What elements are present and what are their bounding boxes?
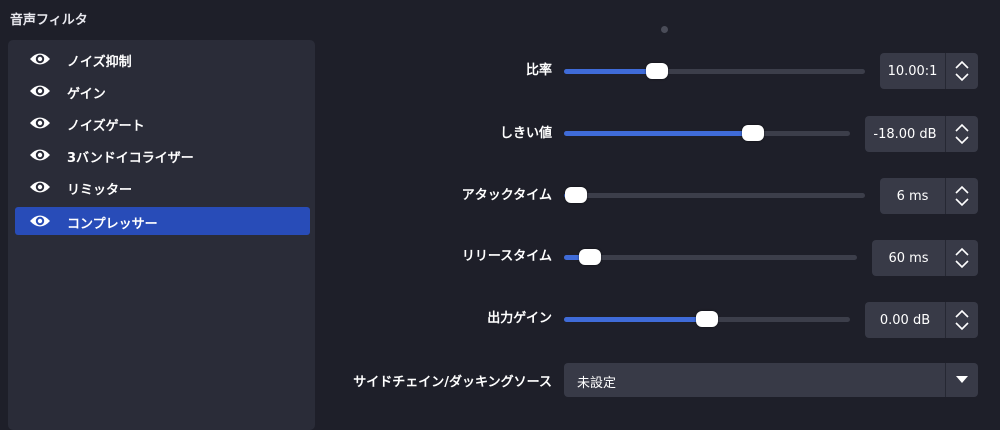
filter-item-limiter[interactable]: リミッター xyxy=(15,173,310,201)
sidechain-label: サイドチェイン/ダッキングソース xyxy=(353,375,552,390)
filter-item-compressor[interactable]: コンプレッサー xyxy=(15,207,310,235)
filter-item-label: 3バンドイコライザー xyxy=(67,151,194,166)
release-slider-handle[interactable] xyxy=(579,249,602,265)
filter-item-noise-gate[interactable]: ノイズゲート xyxy=(15,109,310,137)
output-gain-slider[interactable] xyxy=(564,311,850,327)
chevron-down-icon[interactable] xyxy=(954,72,970,82)
output-gain-value[interactable]: 0.00 dB xyxy=(865,302,945,338)
chevron-down-icon[interactable] xyxy=(954,135,970,145)
threshold-stepper[interactable] xyxy=(945,116,978,152)
output-gain-slider-fill xyxy=(564,317,707,322)
panel-title: 音声フィルタ xyxy=(10,13,88,28)
ratio-label: 比率 xyxy=(525,63,552,78)
ratio-slider-fill xyxy=(564,69,658,74)
attack-slider[interactable] xyxy=(564,187,865,203)
eye-icon[interactable] xyxy=(29,213,51,229)
ratio-spinbox[interactable]: 10.00:1 xyxy=(880,53,978,89)
chevron-up-icon[interactable] xyxy=(954,60,970,70)
filter-item-3band-eq[interactable]: 3バンドイコライザー xyxy=(15,141,310,169)
eye-icon[interactable] xyxy=(29,179,51,195)
attack-value[interactable]: 6 ms xyxy=(880,178,945,214)
chevron-up-icon[interactable] xyxy=(954,185,970,195)
filter-item-noise-suppression[interactable]: ノイズ抑制 xyxy=(15,45,310,73)
release-slider[interactable] xyxy=(564,249,857,265)
release-value[interactable]: 60 ms xyxy=(872,240,945,276)
attack-spinbox[interactable]: 6 ms xyxy=(880,178,978,214)
filter-list: ノイズ抑制 ゲイン ノイズゲート 3バンドイコライザー リミッター コンプレッサ… xyxy=(8,40,315,430)
release-stepper[interactable] xyxy=(945,240,978,276)
threshold-label: しきい値 xyxy=(499,126,552,141)
filter-item-gain[interactable]: ゲイン xyxy=(15,77,310,105)
release-label: リリースタイム xyxy=(461,249,552,264)
output-gain-label: 出力ゲイン xyxy=(487,311,552,326)
threshold-spinbox[interactable]: -18.00 dB xyxy=(865,116,978,152)
output-gain-stepper[interactable] xyxy=(945,302,978,338)
chevron-up-icon[interactable] xyxy=(954,309,970,319)
ratio-slider-handle[interactable] xyxy=(646,63,669,79)
filter-item-label: リミッター xyxy=(67,183,133,198)
chevron-up-icon[interactable] xyxy=(954,247,970,257)
ratio-value[interactable]: 10.00:1 xyxy=(880,53,945,89)
sidechain-selected-value: 未設定 xyxy=(577,376,617,391)
eye-icon[interactable] xyxy=(29,147,51,163)
filter-item-label: ゲイン xyxy=(67,87,106,102)
chevron-up-icon[interactable] xyxy=(954,123,970,133)
caret-down-icon[interactable] xyxy=(956,376,968,384)
filter-item-label: ノイズ抑制 xyxy=(67,55,132,70)
eye-icon[interactable] xyxy=(29,51,51,67)
filter-item-label: コンプレッサー xyxy=(67,217,158,232)
threshold-slider-handle[interactable] xyxy=(741,125,764,141)
sidechain-select[interactable]: 未設定 xyxy=(564,363,978,397)
output-gain-spinbox[interactable]: 0.00 dB xyxy=(865,302,978,338)
threshold-value[interactable]: -18.00 dB xyxy=(865,116,945,152)
attack-label: アタックタイム xyxy=(461,188,552,203)
filter-item-label: ノイズゲート xyxy=(67,119,145,134)
chevron-down-icon[interactable] xyxy=(954,321,970,331)
attack-stepper[interactable] xyxy=(945,178,978,214)
dropdown-divider xyxy=(945,363,946,397)
attack-slider-handle[interactable] xyxy=(565,187,588,203)
eye-icon[interactable] xyxy=(29,115,51,131)
eye-icon[interactable] xyxy=(29,83,51,99)
resize-handle[interactable] xyxy=(661,26,668,33)
ratio-stepper[interactable] xyxy=(945,53,978,89)
output-gain-slider-handle[interactable] xyxy=(696,311,718,327)
release-spinbox[interactable]: 60 ms xyxy=(872,240,978,276)
chevron-down-icon[interactable] xyxy=(954,259,970,269)
threshold-slider-fill xyxy=(564,131,753,136)
chevron-down-icon[interactable] xyxy=(954,197,970,207)
ratio-slider[interactable] xyxy=(564,63,865,79)
threshold-slider[interactable] xyxy=(564,125,850,141)
